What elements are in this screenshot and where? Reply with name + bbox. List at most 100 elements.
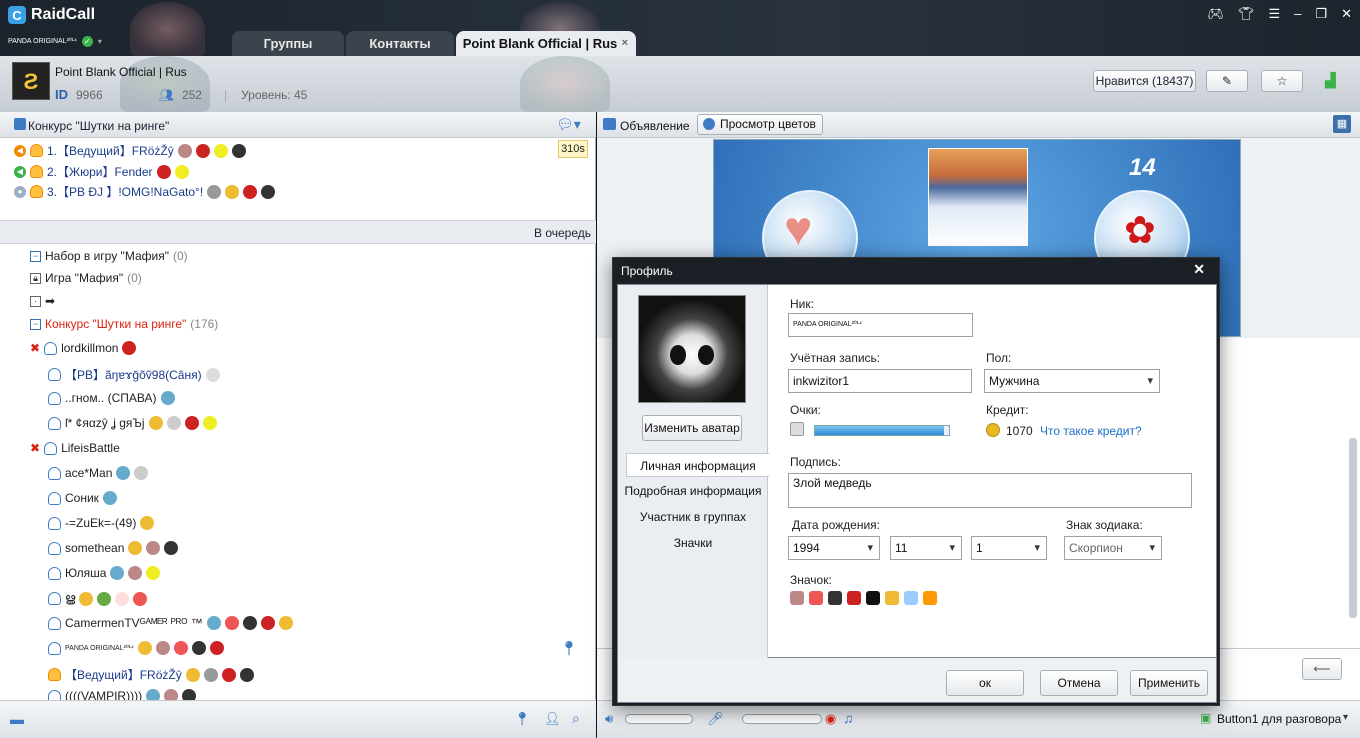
edit-profile-button[interactable]: ✎ — [1206, 70, 1248, 92]
user-icon — [48, 641, 61, 655]
channel-id-label: ID — [55, 87, 68, 102]
current-user[interactable]: PANDA ORIGINAL²º¹⁴ ✓ ▾ — [8, 36, 102, 47]
queue-options-icon[interactable]: 💬︎▾ — [556, 116, 581, 133]
announcement-button[interactable]: Объявление — [620, 119, 690, 133]
channel-contest[interactable]: − Конкурс "Шутки на ринге" (176) — [30, 317, 218, 331]
speaker-icon[interactable]: 🔊︎ — [605, 711, 613, 727]
members-icon: 👥︎ — [158, 87, 174, 102]
tree-user[interactable]: ✖ LifeisBattle — [30, 441, 120, 455]
tree-user[interactable]: Юляша — [48, 566, 161, 580]
ok-button[interactable]: ок — [946, 670, 1024, 696]
user-icon — [48, 566, 61, 580]
nav-group-membership[interactable]: Участник в группах — [618, 505, 768, 529]
channel-mafia-recruit[interactable]: − Набор в игру "Мафия" (0) — [30, 249, 188, 263]
collapse-all-icon[interactable]: ▬ — [10, 711, 24, 727]
queue-item[interactable]: ◀ 2.【Жюри】Fender — [14, 163, 189, 180]
channel-arrow[interactable]: · ➡ — [30, 294, 55, 308]
badge-icon — [148, 416, 163, 430]
badge-icon — [115, 591, 130, 606]
user-icon — [48, 592, 61, 605]
nav-personal-info[interactable]: Личная информация — [626, 453, 769, 477]
enqueue-button[interactable]: В очередь — [534, 226, 591, 240]
gift-box-icon[interactable]: ▦ — [1333, 115, 1351, 133]
gender-select[interactable]: Мужчина — [984, 369, 1160, 393]
maximize-icon[interactable]: ❐ — [1315, 6, 1327, 22]
user-icon — [48, 616, 61, 630]
tree-user[interactable]: ..гном.. (СПАВА) — [48, 391, 175, 405]
badge-icon — [155, 641, 170, 655]
user-icon — [48, 516, 61, 530]
tab-contacts[interactable]: Контакты — [346, 31, 454, 56]
badge-icon — [146, 541, 161, 555]
birth-year-select[interactable]: 1994 — [788, 536, 880, 560]
badge-icon — [160, 391, 175, 405]
microphone-icon[interactable]: 🎤︎ — [707, 711, 724, 727]
tree-user[interactable]: ൠ — [48, 591, 148, 606]
voice-mode-dropdown-icon[interactable]: ▾ — [1343, 712, 1348, 723]
tree-user[interactable]: -=ZuEk=-(49) — [48, 516, 155, 530]
view-flowers-button[interactable]: Просмотр цветов — [697, 114, 823, 135]
birth-day-select[interactable]: 1 — [971, 536, 1047, 560]
credit-label: Кредит: — [986, 403, 1029, 417]
nav-detailed-info[interactable]: Подробная информация — [618, 479, 768, 503]
voice-hint[interactable]: Button1 для разговора — [1217, 712, 1341, 726]
birth-month-select[interactable]: 11 — [890, 536, 962, 560]
channel-mafia-game[interactable]: 🔒︎ Игра "Мафия" (0) — [30, 271, 142, 285]
tree-user[interactable]: 【Ведущий】FRöżŽŷ — [48, 666, 254, 683]
queue-item[interactable]: ● 3.【PB ÐJ 】!OMG!NaGato°! — [14, 183, 276, 200]
location-icon[interactable]: 📍︎ — [514, 711, 531, 727]
zodiac-label: Знак зодиака: — [1066, 518, 1143, 532]
tab-groups[interactable]: Группы — [232, 31, 344, 56]
skin-icon[interactable]: 👕︎ — [1238, 6, 1255, 22]
like-button[interactable]: Нравится (18437) — [1093, 70, 1196, 92]
gamepad-icon[interactable]: 🎮︎ — [1208, 6, 1225, 22]
change-avatar-button[interactable]: Изменить аватар — [642, 415, 742, 441]
search-icon[interactable]: ⌕ — [572, 710, 580, 727]
tree-user[interactable]: somethean — [48, 541, 179, 555]
tree-user[interactable]: 【PB】ãŋɐɤğõṽ98(Câня) — [48, 366, 220, 383]
nick-field[interactable]: PANDA ORIGINAL²º¹⁴ — [788, 313, 973, 337]
music-icon[interactable]: ♫ — [843, 710, 854, 726]
tree-user[interactable]: ſ* ¢яαzŷ ʝ gяЪj — [48, 416, 217, 430]
send-button[interactable]: ⟵ — [1302, 658, 1342, 680]
tree-user[interactable]: ace*Man — [48, 466, 149, 480]
channel-avatar[interactable]: Ƨ — [12, 62, 50, 100]
badge-icon — [137, 641, 152, 655]
chat-scrollbar[interactable] — [1349, 438, 1357, 618]
queue-item[interactable]: ◀ 1.【Ведущий】FRöżŽŷ — [14, 142, 246, 159]
collapse-icon[interactable]: − — [30, 318, 41, 330]
nav-badges[interactable]: Значки — [618, 531, 768, 555]
title-bar: C RaidCall PANDA ORIGINAL²º¹⁴ ✓ ▾ Группы… — [0, 0, 1360, 56]
tree-user[interactable]: CamermenTVᴳᴬᴹᴱᴿ ᴾᴿᴼ ™ — [48, 616, 293, 630]
user-icon — [48, 368, 61, 381]
signature-field[interactable]: Злой медведь — [788, 473, 1192, 508]
apply-button[interactable]: Применить — [1130, 670, 1208, 696]
user-filter-icon[interactable]: 👤︎ — [544, 711, 561, 727]
status-dropdown-icon[interactable]: ▾ — [98, 37, 102, 46]
badge-icon — [195, 143, 210, 158]
favorite-button[interactable]: ☆ — [1261, 70, 1303, 92]
dialog-close-icon[interactable]: ✕ — [1193, 261, 1205, 278]
account-label: Учётная запись: — [790, 351, 881, 365]
credit-info-link[interactable]: Что такое кредит? — [1040, 424, 1142, 438]
left-toolbar: ▬ 📍︎ 👤︎ ⌕ — [0, 700, 596, 738]
tree-user[interactable]: Соник — [48, 491, 117, 505]
collapse-icon[interactable]: − — [30, 250, 41, 262]
online-status-icon[interactable]: ✓ — [81, 36, 93, 47]
tree-user[interactable]: ✖ lordkillmon — [30, 341, 137, 355]
menu-icon[interactable]: ☰ — [1269, 6, 1281, 22]
tab-channel[interactable]: Point Blank Official | Rus × — [456, 31, 636, 56]
account-field[interactable]: inkwizitor1 — [788, 369, 972, 393]
tab-close-icon[interactable]: × — [622, 31, 628, 56]
profile-nav: Изменить аватар Личная информация Подроб… — [618, 285, 769, 659]
speaker-volume-slider[interactable] — [625, 714, 693, 724]
user-icon — [48, 466, 61, 480]
badges-label: Значок: — [790, 573, 832, 587]
minimize-icon[interactable]: – — [1294, 6, 1301, 22]
mic-volume-slider[interactable] — [742, 714, 822, 724]
close-icon[interactable]: ✕ — [1341, 6, 1352, 22]
tree-user-self[interactable]: PANDA ORIGINAL²º¹⁴ — [48, 641, 224, 655]
cancel-button[interactable]: Отмена — [1040, 670, 1118, 696]
location-pin-icon[interactable]: 📍︎ — [560, 640, 578, 657]
record-icon[interactable]: ◉ — [825, 711, 836, 727]
